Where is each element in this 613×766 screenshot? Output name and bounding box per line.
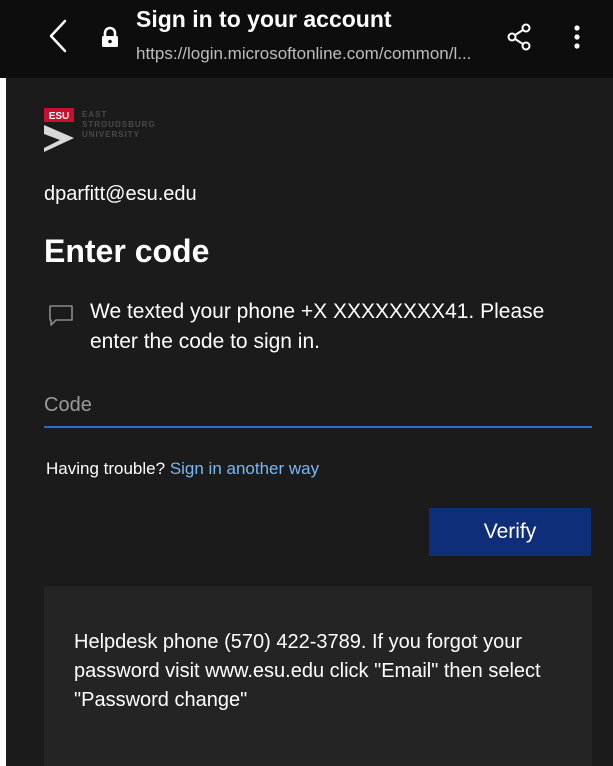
trouble-row: Having trouble? Sign in another way xyxy=(46,459,319,479)
account-email: dparfitt@esu.edu xyxy=(44,183,197,205)
sms-message: We texted your phone +X XXXXXXXX41. Plea… xyxy=(90,300,545,353)
browser-toolbar: Sign in to your account https://login.mi… xyxy=(0,0,613,78)
verify-button[interactable]: Verify xyxy=(429,508,591,556)
back-button[interactable] xyxy=(38,14,78,58)
esu-logo-icon: ESU xyxy=(44,108,74,152)
more-vertical-icon xyxy=(574,25,580,49)
helpdesk-box: Helpdesk phone (570) 422-3789. If you fo… xyxy=(44,586,592,766)
share-icon xyxy=(507,23,531,51)
code-input[interactable] xyxy=(44,384,592,428)
page-heading: Enter code xyxy=(44,233,210,269)
address-url[interactable]: https://login.microsoftonline.com/common… xyxy=(136,44,492,64)
svg-text:ESU: ESU xyxy=(49,111,70,122)
trouble-text: Having trouble? xyxy=(46,459,166,478)
signin-page: ESU EAST STROUDSBURG UNIVERSITY dparfitt… xyxy=(6,78,613,766)
helpdesk-text: Helpdesk phone (570) 422-3789. If you fo… xyxy=(74,631,541,711)
logo-line-1: EAST xyxy=(82,110,108,119)
logo-line-2: STROUDSBURG xyxy=(82,120,156,129)
university-logo: ESU EAST STROUDSBURG UNIVERSITY xyxy=(44,108,204,158)
share-button[interactable] xyxy=(502,20,536,54)
lock-icon xyxy=(102,26,118,47)
more-options-button[interactable] xyxy=(560,20,594,54)
logo-wordmark: EAST STROUDSBURG UNIVERSITY xyxy=(82,110,156,140)
message-icon xyxy=(49,305,73,326)
chevron-left-icon xyxy=(49,19,67,53)
sign-in-another-way-link[interactable]: Sign in another way xyxy=(170,459,319,478)
logo-line-3: UNIVERSITY xyxy=(82,130,141,139)
page-title: Sign in to your account xyxy=(136,6,392,32)
